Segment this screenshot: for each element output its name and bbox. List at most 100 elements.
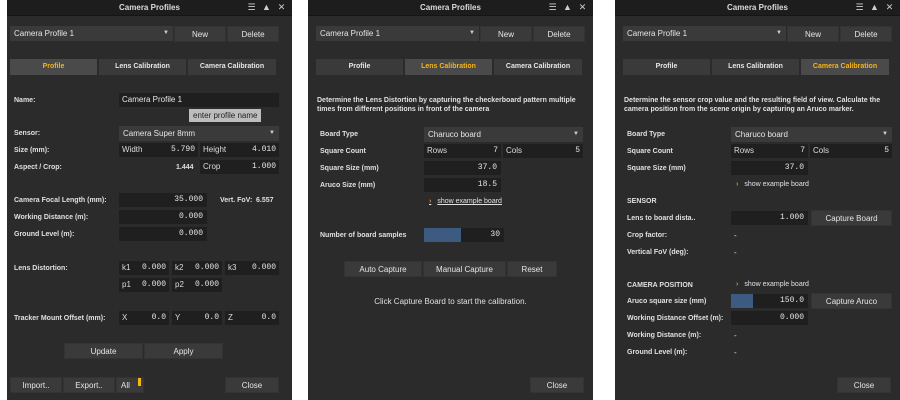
capture-board-button[interactable]: Capture Board [811,210,892,226]
working-distance-offset-input[interactable]: 0.000 [731,311,808,325]
k3-field[interactable]: k3 0.000 [225,261,279,275]
menu-icon[interactable]: ☰ [246,2,257,13]
height-key: Height [203,145,227,154]
aruco-square-size-input[interactable]: 150.0 [753,294,808,308]
lens-board-distance-input[interactable]: 1.000 [731,211,808,225]
show-example-board-link[interactable]: › show example board [736,181,809,188]
square-size-input[interactable]: 37.0 [424,161,501,175]
square-size-input[interactable]: 37.0 [731,161,808,175]
close-icon[interactable]: ✕ [276,2,287,13]
collapse-icon[interactable]: ▲ [261,2,272,13]
offset-z-field[interactable]: Z 0.0 [225,311,279,325]
update-button[interactable]: Update [64,343,143,359]
k1-field[interactable]: k1 0.000 [119,261,169,275]
close-icon[interactable]: ✕ [884,2,895,13]
close-button[interactable]: Close [530,377,584,393]
tab-camera-calibration[interactable]: Camera Calibration [801,59,890,75]
width-field[interactable]: Width 5.790 [119,143,198,157]
cols-field[interactable]: Cols 5 [503,144,583,158]
working-distance-offset-label: Working Distance Offset (m): [627,315,724,322]
tab-lens-calibration[interactable]: Lens Calibration [99,59,187,75]
delete-button[interactable]: Delete [533,26,585,42]
camera-description: Determine the sensor crop value and the … [624,97,881,113]
board-type-select[interactable]: Charuco board ▼ [731,127,892,142]
square-count-label: Square Count [627,148,673,155]
window-lens-calibration: Camera Profiles ☰ ▲ ✕ Camera Profile 1 ▼… [308,0,593,400]
delete-button[interactable]: Delete [227,26,279,42]
delete-button[interactable]: Delete [840,26,892,42]
tab-profile[interactable]: Profile [623,59,711,75]
collapse-icon[interactable]: ▲ [562,2,573,13]
rows-field[interactable]: Rows 7 [731,144,808,158]
offset-y-value: 0.0 [204,313,219,322]
chevron-right-icon: › [429,198,432,205]
sensor-label: Sensor: [14,130,41,137]
offset-x-key: X [122,313,128,322]
offset-y-field[interactable]: Y 0.0 [172,311,222,325]
all-label: All [121,381,130,390]
k2-key: k2 [175,263,184,272]
cols-field[interactable]: Cols 5 [810,144,892,158]
titlebar[interactable]: Camera Profiles ☰ ▲ ✕ [615,0,900,16]
rows-field[interactable]: Rows 7 [424,144,501,158]
capture-aruco-button[interactable]: Capture Aruco [811,293,892,309]
new-button[interactable]: New [174,26,226,42]
tab-bar: Profile Lens Calibration Camera Calibrat… [316,59,583,75]
sensor-select[interactable]: Camera Super 8mm ▼ [119,126,279,141]
offset-x-field[interactable]: X 0.0 [119,311,169,325]
profile-select[interactable]: Camera Profile 1 ▼ [10,26,173,41]
tab-profile[interactable]: Profile [10,59,98,75]
name-input[interactable]: Camera Profile 1 [119,93,279,107]
ground-level-label: Ground Level (m): [14,231,75,238]
manual-capture-button[interactable]: Manual Capture [423,261,506,277]
crop-factor-value: - [734,231,737,240]
window-camera-calibration: Camera Profiles ☰ ▲ ✕ Camera Profile 1 ▼… [615,0,900,400]
new-button[interactable]: New [787,26,839,42]
cols-key: Cols [813,146,830,155]
show-example-board-link[interactable]: › show example board [429,198,502,205]
menu-icon[interactable]: ☰ [854,2,865,13]
ground-level-input[interactable]: 0.000 [119,227,207,241]
collapse-icon[interactable]: ▲ [869,2,880,13]
aruco-size-label: Aruco Size (mm) [320,182,376,189]
export-button[interactable]: Export.. [63,377,115,393]
working-distance-input[interactable]: 0.000 [119,210,207,224]
apply-button[interactable]: Apply [144,343,223,359]
tab-camera-calibration[interactable]: Camera Calibration [188,59,277,75]
tab-camera-calibration[interactable]: Camera Calibration [494,59,583,75]
width-value: 5.790 [170,145,195,154]
close-button[interactable]: Close [225,377,279,393]
crop-field[interactable]: Crop 1.000 [200,160,279,174]
show-example-board-link-2[interactable]: › show example board [736,281,809,288]
offset-z-value: 0.0 [261,313,276,322]
height-value: 4.010 [251,145,276,154]
aruco-size-input[interactable]: 18.5 [424,178,501,192]
profile-select[interactable]: Camera Profile 1 ▼ [623,26,786,41]
k3-value: 0.000 [251,263,276,272]
k2-field[interactable]: k2 0.000 [172,261,222,275]
board-type-select[interactable]: Charuco board ▼ [424,127,583,142]
p2-field[interactable]: p2 0.000 [172,278,222,292]
close-icon[interactable]: ✕ [577,2,588,13]
menu-icon[interactable]: ☰ [547,2,558,13]
samples-input[interactable]: 30 [461,228,504,242]
working-distance-value: - [734,331,737,340]
p1-field[interactable]: p1 0.000 [119,278,169,292]
new-button[interactable]: New [480,26,532,42]
titlebar[interactable]: Camera Profiles ☰ ▲ ✕ [7,0,292,16]
reset-button[interactable]: Reset [507,261,557,277]
tab-profile[interactable]: Profile [316,59,404,75]
tab-lens-calibration[interactable]: Lens Calibration [405,59,493,75]
import-button[interactable]: Import.. [10,377,62,393]
cols-value: 5 [575,146,580,155]
profile-select[interactable]: Camera Profile 1 ▼ [316,26,479,41]
tab-lens-calibration[interactable]: Lens Calibration [712,59,800,75]
sensor-select-value: Camera Super 8mm [123,129,196,138]
close-button[interactable]: Close [837,377,891,393]
height-field[interactable]: Height 4.010 [200,143,279,157]
titlebar[interactable]: Camera Profiles ☰ ▲ ✕ [308,0,593,16]
auto-capture-button[interactable]: Auto Capture [344,261,422,277]
aruco-square-size-label: Aruco square size (mm) [627,298,707,305]
chevron-right-icon: › [736,281,739,288]
focal-length-input[interactable]: 35.000 [119,193,207,207]
